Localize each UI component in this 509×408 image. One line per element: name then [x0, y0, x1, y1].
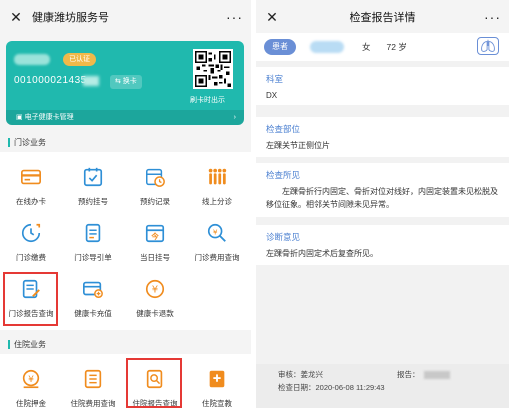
inpatient-section-header: 住院业务 — [0, 337, 251, 352]
card-holder-name-blurred — [14, 54, 50, 65]
deposit-icon: ¥ — [22, 369, 40, 389]
page-title: 健康潍坊服务号 — [32, 11, 109, 24]
section-accent-bar — [8, 138, 10, 147]
card-recharge-icon — [83, 281, 103, 298]
left-panel: ✕ 健康潍坊服务号 ··· 已认证 001000021435 ⇆ 换卡 刷卡时出… — [0, 0, 251, 408]
card-number: 001000021435 — [14, 75, 87, 86]
tile-inpatient-education[interactable]: 住院宣教 — [186, 368, 248, 408]
tile-online-triage[interactable]: 线上分诊 — [186, 166, 248, 207]
section-text: 左踝关节正侧位片 — [266, 141, 330, 150]
tile-label: 健康卡充值 — [74, 309, 112, 318]
svg-text:今: 今 — [150, 232, 159, 241]
chevron-right-icon: › — [233, 114, 236, 121]
section-label: 检查部位 — [266, 124, 301, 134]
switch-card-button[interactable]: ⇆ 换卡 — [110, 75, 142, 89]
card-number-blurred — [83, 76, 99, 86]
more-icon[interactable]: ··· — [226, 9, 243, 25]
right-panel: ✕ 检查报告详情 ··· 患者 女 72 岁 科室 DX 检查部位 左踝关节正侧… — [256, 0, 509, 408]
today-calendar-icon: 今 — [145, 224, 165, 243]
more-icon[interactable]: ··· — [484, 9, 501, 25]
tile-same-day-registration[interactable]: 今 当日挂号 — [124, 222, 186, 263]
close-icon[interactable]: ✕ — [264, 10, 280, 24]
section-department: 科室 DX — [256, 67, 509, 105]
tile-label: 健康卡退款 — [136, 309, 174, 318]
section-findings: 检查所见 左踝骨折行内固定、骨折对位对线好，内固定装置未见松脱及移位征象。相邻关… — [256, 163, 509, 217]
reporter: 报告： — [397, 370, 420, 379]
tile-label: 住院宣教 — [202, 399, 232, 408]
tile-outpatient-fee-query[interactable]: ¥ 门诊费用查询 — [186, 222, 248, 263]
section-label: 诊断意见 — [266, 232, 301, 242]
section-text: 左踝骨折行内固定、骨折对位对线好，内固定装置未见松脱及移位征象。相邻关节间隙未见… — [266, 187, 498, 209]
section-diagnosis: 诊断意见 左踝骨折内固定术后复查所见。 — [256, 225, 509, 265]
tile-card-refund[interactable]: ¥ 健康卡退款 — [124, 278, 186, 319]
inpatient-section-title: 住院业务 — [14, 340, 46, 349]
outpatient-section-title: 门诊业务 — [14, 138, 46, 147]
guide-doc-icon — [85, 223, 101, 243]
tile-appointment-records[interactable]: 预约记录 — [124, 166, 186, 207]
tile-outpatient-payment[interactable]: 门诊缴费 — [0, 222, 62, 263]
tile-inpatient-fee-query[interactable]: 住院费用查询 — [62, 368, 124, 408]
tile-label: 住院押金 — [16, 399, 46, 408]
close-icon[interactable]: ✕ — [8, 10, 24, 24]
tile-inpatient-deposit[interactable]: ¥ 住院押金 — [0, 368, 62, 408]
reviewer: 审核：姜龙兴 — [278, 370, 323, 379]
outpatient-section-header: 门诊业务 — [0, 135, 251, 150]
right-titlebar: ✕ 检查报告详情 ··· — [256, 0, 509, 33]
tile-label: 线上分诊 — [202, 197, 232, 206]
svg-text:¥: ¥ — [152, 285, 158, 296]
svg-text:¥: ¥ — [28, 374, 34, 385]
card-manage-icon: ▣ — [16, 114, 23, 121]
section-exam-site: 检查部位 左踝关节正侧位片 — [256, 117, 509, 157]
tile-label: 住院费用查询 — [70, 399, 116, 408]
lungs-icon[interactable] — [477, 37, 499, 55]
patient-name-blurred — [310, 41, 344, 53]
section-label: 科室 — [266, 74, 284, 84]
fee-list-icon — [84, 369, 102, 389]
page-title: 检查报告详情 — [349, 11, 416, 24]
highlight-inpatient-report — [126, 358, 182, 408]
check-calendar-icon — [83, 167, 103, 187]
section-text: DX — [266, 91, 278, 100]
tile-label: 门诊缴费 — [16, 253, 46, 262]
payment-clock-icon — [21, 223, 41, 243]
verified-badge: 已认证 — [63, 53, 96, 66]
patient-sex: 女 — [362, 42, 371, 52]
section-accent-bar — [8, 340, 10, 349]
tile-guide-sheet[interactable]: 门诊导引单 — [62, 222, 124, 263]
qr-code[interactable] — [193, 49, 233, 89]
tile-label: 门诊导引单 — [74, 253, 112, 262]
health-card[interactable]: 已认证 001000021435 ⇆ 换卡 刷卡时出示 ▣ 电子健康卡管理 › — [6, 41, 244, 125]
patient-age: 72 岁 — [386, 42, 407, 52]
queue-icon — [208, 168, 227, 185]
left-titlebar: ✕ 健康潍坊服务号 ··· — [0, 0, 251, 33]
tile-label: 在线办卡 — [16, 197, 46, 206]
report-footer: 审核：姜龙兴 报告： 检查日期：2020-06-08 11:29:43 — [256, 364, 509, 408]
tile-online-card[interactable]: 在线办卡 — [0, 166, 62, 207]
section-label: 检查所见 — [266, 170, 301, 180]
fee-search-icon: ¥ — [207, 223, 226, 242]
reporter-name-blurred — [423, 370, 450, 379]
tile-label: 预约挂号 — [78, 197, 108, 206]
tile-card-recharge[interactable]: 健康卡充值 — [62, 278, 124, 319]
card-manage-link[interactable]: ▣ 电子健康卡管理 › — [6, 110, 244, 125]
refund-coin-icon: ¥ — [145, 279, 165, 299]
calendar-clock-icon — [146, 168, 165, 187]
highlight-outpatient-report — [3, 272, 58, 326]
card-manage-label: 电子健康卡管理 — [24, 114, 74, 121]
education-icon — [209, 370, 225, 388]
svg-text:¥: ¥ — [213, 227, 218, 236]
patient-badge: 患者 — [264, 39, 296, 55]
qr-tip: 刷卡时出示 — [190, 97, 225, 104]
exam-time: 检查日期：2020-06-08 11:29:43 — [278, 383, 385, 392]
card-icon — [21, 169, 41, 185]
tile-label: 当日挂号 — [140, 253, 170, 262]
tile-label: 预约记录 — [140, 197, 170, 206]
patient-bar: 患者 女 72 岁 — [256, 33, 509, 61]
section-text: 左踝骨折内固定术后复查所见。 — [266, 249, 378, 258]
tile-appointment[interactable]: 预约挂号 — [62, 166, 124, 207]
tile-label: 门诊费用查询 — [194, 253, 240, 262]
